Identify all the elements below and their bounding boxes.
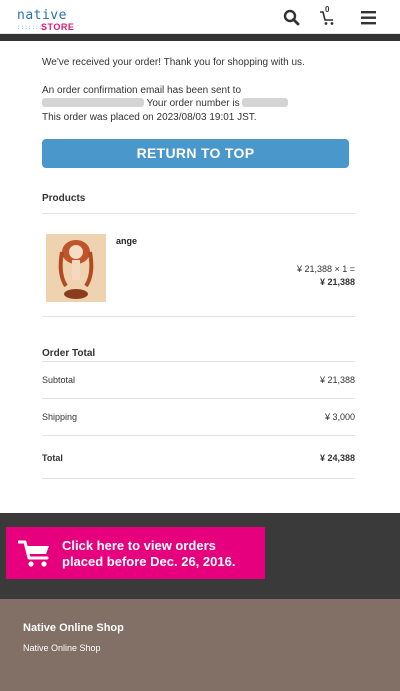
redacted-email	[42, 98, 144, 107]
return-to-top-button[interactable]: RETURN TO TOP	[42, 139, 349, 168]
order-total-heading: Order Total	[42, 348, 96, 359]
native-store-logo[interactable]: native :::::::: STORE	[17, 9, 87, 33]
order-number-line: Your order number is	[42, 98, 289, 110]
email-sent-message: An order confirmation email has been sen…	[42, 85, 241, 96]
logo-store-text: STORE	[41, 22, 75, 32]
product-line-total: ¥ 21,388	[319, 277, 355, 287]
divider	[42, 398, 355, 399]
cart-icon[interactable]: 0	[318, 5, 338, 28]
site-header: native :::::::: STORE 0	[0, 0, 400, 34]
search-icon[interactable]	[282, 8, 302, 28]
divider	[42, 435, 355, 436]
legacy-orders-line1: Click here to view orders	[62, 538, 216, 553]
view-legacy-orders-button[interactable]: Click here to view orders placed before …	[6, 527, 265, 579]
logo-native-text: native	[17, 8, 67, 23]
legacy-orders-section: Click here to view orders placed before …	[0, 513, 400, 599]
order-placed-date: This order was placed on 2023/08/03 19:0…	[42, 112, 257, 123]
shopping-cart-icon	[17, 539, 52, 569]
order-confirmation-content: We've received your order! Thank you for…	[0, 41, 400, 513]
product-unit-price: ¥ 21,388 × 1 =	[296, 264, 355, 274]
legacy-orders-line2: placed before Dec. 26, 2016.	[62, 554, 236, 569]
cart-count-badge: 0	[325, 5, 330, 14]
thank-you-message: We've received your order! Thank you for…	[42, 57, 305, 68]
subtotal-value: ¥ 21,388	[319, 375, 355, 385]
product-name[interactable]: ange	[116, 236, 137, 246]
header-divider-bar	[0, 34, 400, 41]
divider	[42, 316, 355, 317]
total-label: Total	[42, 453, 63, 463]
site-footer: Native Online Shop Native Online Shop	[0, 599, 400, 691]
products-heading: Products	[42, 193, 86, 204]
legacy-orders-text: Click here to view orders placed before …	[62, 538, 235, 570]
product-image[interactable]	[46, 234, 106, 302]
subtotal-label: Subtotal	[42, 375, 76, 385]
divider	[42, 478, 355, 479]
shipping-label: Shipping	[42, 412, 78, 422]
order-number-label: Your order number is	[146, 98, 240, 109]
hamburger-menu-icon[interactable]	[359, 8, 379, 28]
footer-subtitle[interactable]: Native Online Shop	[23, 643, 101, 653]
redacted-order-number	[242, 98, 289, 107]
total-value: ¥ 24,388	[319, 453, 355, 463]
divider	[42, 213, 355, 214]
shipping-value: ¥ 3,000	[324, 412, 355, 422]
divider	[42, 361, 355, 362]
footer-title: Native Online Shop	[23, 622, 124, 634]
